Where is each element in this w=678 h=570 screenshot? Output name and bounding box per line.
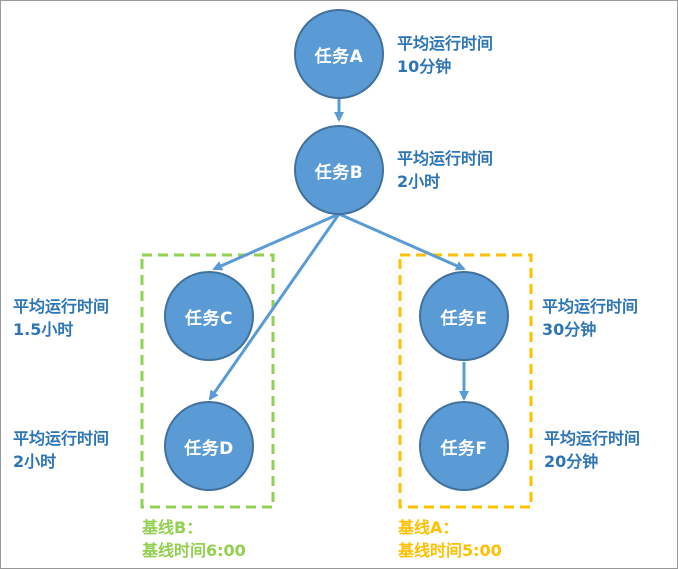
task-c-info-line1: 平均运行时间 xyxy=(13,297,110,316)
task-f-node: 任务F xyxy=(419,401,509,491)
task-e-label: 任务E xyxy=(440,308,488,329)
baseline-b-caption: 基线B： 基线时间6:00 xyxy=(142,516,246,562)
task-c-label: 任务C xyxy=(185,308,233,329)
baseline-b-line2: 基线时间6:00 xyxy=(142,541,246,560)
baseline-a-line1: 基线A： xyxy=(398,518,459,537)
task-f-info: 平均运行时间 20分钟 xyxy=(544,427,640,473)
task-e-info-line1: 平均运行时间 xyxy=(542,297,639,316)
task-e-node: 任务E xyxy=(419,271,509,361)
task-c-node: 任务C xyxy=(164,271,254,361)
task-d-info: 平均运行时间 2小时 xyxy=(13,427,109,473)
task-b-label: 任务B xyxy=(314,162,364,183)
task-d-label: 任务D xyxy=(184,438,234,459)
task-a-label: 任务A xyxy=(314,46,364,67)
task-f-info-line2: 20分钟 xyxy=(544,452,599,471)
task-b-info-line2: 2小时 xyxy=(397,172,441,191)
task-a-info-line2: 10分钟 xyxy=(397,57,452,76)
task-a-info: 平均运行时间 10分钟 xyxy=(397,32,493,78)
task-b-info: 平均运行时间 2小时 xyxy=(397,147,493,193)
task-c-info: 平均运行时间 1.5小时 xyxy=(13,295,109,341)
task-d-info-line1: 平均运行时间 xyxy=(13,429,110,448)
task-a-node: 任务A xyxy=(294,9,384,99)
task-b-info-line1: 平均运行时间 xyxy=(397,149,494,168)
task-e-info: 平均运行时间 30分钟 xyxy=(542,295,638,341)
baseline-a-caption: 基线A： 基线时间5:00 xyxy=(398,516,502,562)
baseline-a-line2: 基线时间5:00 xyxy=(398,541,502,560)
task-f-info-line1: 平均运行时间 xyxy=(544,429,641,448)
task-b-node: 任务B xyxy=(294,125,384,215)
task-d-node: 任务D xyxy=(164,401,254,491)
baseline-b-line1: 基线B： xyxy=(142,518,203,537)
task-d-info-line2: 2小时 xyxy=(13,452,57,471)
diagram-canvas: 任务A 任务B 任务C 任务D 任务E 任务F 平均运行时间 10分钟 平均运行… xyxy=(0,0,678,569)
task-a-info-line1: 平均运行时间 xyxy=(397,34,494,53)
task-e-info-line2: 30分钟 xyxy=(542,320,597,339)
task-f-label: 任务F xyxy=(440,438,488,459)
task-c-info-line2: 1.5小时 xyxy=(13,320,74,339)
